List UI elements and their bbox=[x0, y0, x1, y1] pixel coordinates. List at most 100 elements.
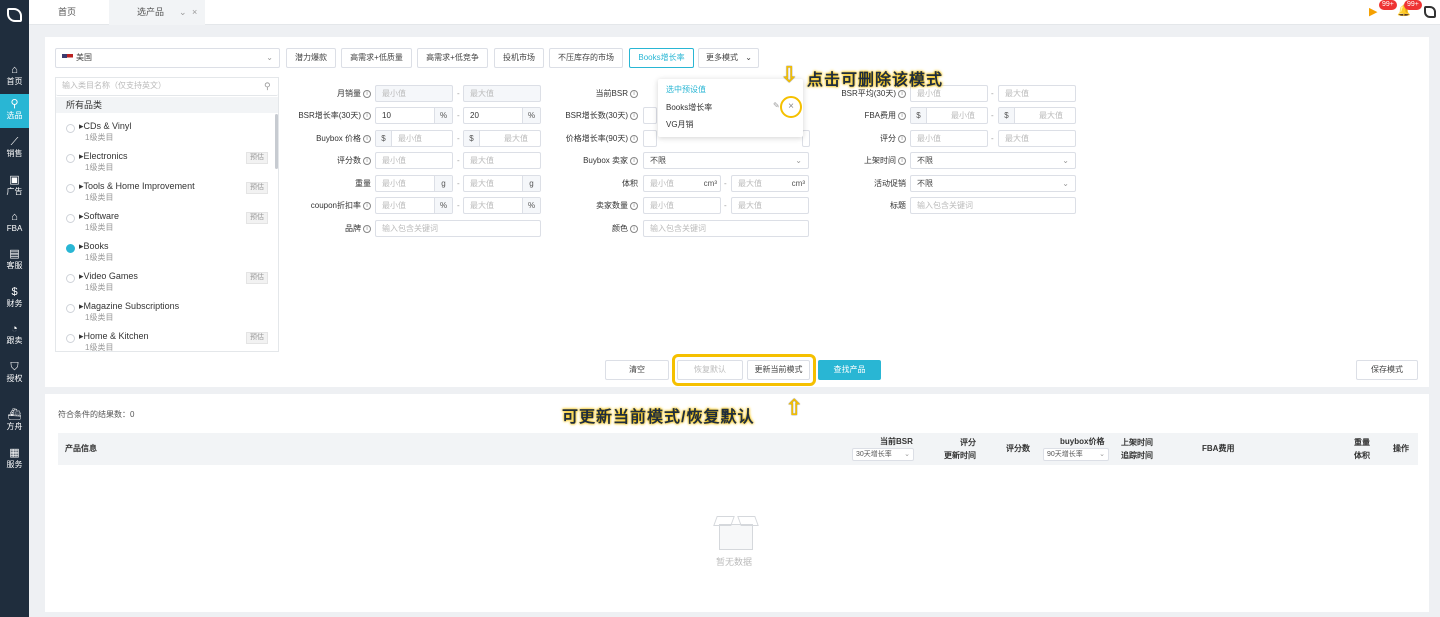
col-bsr[interactable]: 当前BSR bbox=[880, 436, 913, 447]
sidebar-item-home[interactable]: ⌂ 首页 bbox=[0, 60, 29, 94]
rating-count-max[interactable]: 最大值 bbox=[463, 152, 541, 169]
list-item[interactable]: ▸Video Games 1级类目 预估 bbox=[56, 268, 276, 298]
sidebar-item-ads[interactable]: ▣ 广告 bbox=[0, 170, 29, 204]
logo bbox=[7, 8, 22, 22]
buybox-seller-select[interactable]: 不限 ⌄ bbox=[643, 152, 809, 169]
edit-icon[interactable]: ✎ bbox=[773, 101, 780, 110]
radio[interactable] bbox=[66, 274, 75, 283]
fba-fee-min[interactable]: $ 最小值 bbox=[910, 107, 988, 124]
mode-button-speculative[interactable]: 投机市场 bbox=[494, 48, 544, 68]
color-input[interactable]: 输入包含关键词 bbox=[643, 220, 809, 237]
sidebar-item-services[interactable]: ▦ 服务 bbox=[0, 443, 29, 477]
coupon-min[interactable]: 最小值% bbox=[375, 197, 453, 214]
sidebar-item-sales[interactable]: ⟋ 销售 bbox=[0, 132, 29, 166]
chevron-down-icon[interactable]: ⌄ bbox=[179, 0, 187, 24]
radio[interactable] bbox=[66, 214, 75, 223]
flag-icon[interactable]: ▶ bbox=[1369, 5, 1377, 18]
volume-min[interactable]: 最小值 cm³ bbox=[643, 175, 721, 192]
arrow-down-icon: ⇩ bbox=[780, 62, 799, 87]
dropdown-item-books-growth[interactable]: Books增长率 bbox=[666, 102, 712, 114]
listing-time-select[interactable]: 不限 ⌄ bbox=[910, 152, 1076, 169]
bsr-avg-max[interactable]: 最大值 bbox=[998, 85, 1076, 102]
mode-button-potential[interactable]: 潜力爆款 bbox=[286, 48, 336, 68]
save-mode-button[interactable]: 保存模式 bbox=[1356, 360, 1418, 380]
dropdown-item-vg-sales[interactable]: VG月销 bbox=[666, 119, 694, 131]
all-categories[interactable]: 所有品类 bbox=[56, 97, 278, 113]
list-item[interactable]: ▸Tools & Home Improvement 1级类目 预估 bbox=[56, 178, 276, 208]
bsr-period-select[interactable]: 30天增长率 ⌄ bbox=[852, 448, 914, 461]
sidebar-item-finance[interactable]: $ 财务 bbox=[0, 282, 29, 316]
radio[interactable] bbox=[66, 304, 75, 313]
seller-count-max[interactable]: 最大值 bbox=[731, 197, 809, 214]
chevron-down-icon: ⌄ bbox=[1062, 179, 1069, 188]
user-icon[interactable] bbox=[1424, 6, 1436, 18]
country-select[interactable]: 美国 ⌄ bbox=[55, 48, 280, 68]
sidebar-item-product-selection[interactable]: ⚲ 选品 bbox=[0, 94, 29, 128]
weight-min[interactable]: 最小值 g bbox=[375, 175, 453, 192]
col-weight[interactable]: 重量 bbox=[1354, 437, 1370, 448]
col-rating-count[interactable]: 评分数 bbox=[1006, 443, 1030, 454]
sidebar-item-service[interactable]: ▤ 客服 bbox=[0, 244, 29, 278]
sidebar-item-authorize[interactable]: ⛉ 授权 bbox=[0, 357, 29, 391]
price-growth-min[interactable] bbox=[643, 130, 657, 147]
coupon-max[interactable]: 最大值% bbox=[463, 197, 541, 214]
bsr-growth-min[interactable]: 10% bbox=[375, 107, 453, 124]
col-buybox[interactable]: buybox价格 bbox=[1060, 436, 1104, 447]
promotion-select[interactable]: 不限 ⌄ bbox=[910, 175, 1076, 192]
close-icon[interactable]: × bbox=[192, 0, 197, 24]
list-item[interactable]: ▸Books 1级类目 bbox=[56, 238, 276, 268]
buybox-price-min[interactable]: $ 最小值 bbox=[375, 130, 453, 147]
restore-default-button[interactable]: 恢复默认 bbox=[677, 360, 743, 380]
search-products-button[interactable]: 查找产品 bbox=[818, 360, 881, 380]
buybox-price-max[interactable]: $ 最大值 bbox=[463, 130, 541, 147]
rating-min[interactable]: 最小值 bbox=[910, 130, 988, 147]
volume-max[interactable]: 最大值 cm³ bbox=[731, 175, 809, 192]
radio[interactable] bbox=[66, 184, 75, 193]
radio[interactable] bbox=[66, 124, 75, 133]
result-count: 符合条件的结果数：0 bbox=[58, 410, 135, 419]
list-item[interactable]: ▸Electronics 1级类目 预估 bbox=[56, 148, 276, 178]
col-rating[interactable]: 评分 bbox=[960, 437, 976, 448]
brand-input[interactable]: 输入包含关键词 bbox=[375, 220, 541, 237]
mode-button-no-stock[interactable]: 不压库存的市场 bbox=[549, 48, 623, 68]
radio-selected[interactable] bbox=[66, 244, 75, 253]
list-item[interactable]: ▸Magazine Subscriptions 1级类目 bbox=[56, 298, 276, 328]
mode-button-books-growth[interactable]: Books增长率 bbox=[629, 48, 694, 68]
clear-button[interactable]: 清空 bbox=[605, 360, 669, 380]
delete-mode-icon[interactable]: × bbox=[780, 96, 802, 118]
mode-button-demand-quality[interactable]: 高需求+低质量 bbox=[341, 48, 412, 68]
sidebar-item-follow-sell[interactable]: ◔ 跟卖 bbox=[0, 319, 29, 353]
seller-count-min[interactable]: 最小值 bbox=[643, 197, 721, 214]
sidebar-item-fba[interactable]: ⌂ FBA bbox=[0, 207, 29, 241]
fba-fee-max[interactable]: $ 最大值 bbox=[998, 107, 1076, 124]
list-item[interactable]: ▸Software 1级类目 预估 bbox=[56, 208, 276, 238]
monthly-sales-max[interactable]: 最大值 bbox=[463, 85, 541, 102]
label-seller-count: 卖家数量 i bbox=[540, 197, 638, 214]
col-rating-sub: 更新时间 bbox=[944, 451, 976, 460]
col-listing[interactable]: 上架时间 bbox=[1121, 437, 1153, 448]
weight-max[interactable]: 最大值 g bbox=[463, 175, 541, 192]
tab-product-selection[interactable]: 选产品 ⌄ × bbox=[109, 0, 205, 25]
title-input[interactable]: 输入包含关键词 bbox=[910, 197, 1076, 214]
chevron-down-icon: ⌄ bbox=[795, 156, 802, 165]
update-mode-button[interactable]: 更新当前模式 bbox=[747, 360, 810, 380]
monthly-sales-min[interactable]: 最小值 bbox=[375, 85, 453, 102]
ark-icon: ⛴ bbox=[7, 409, 22, 421]
rating-count-min[interactable]: 最小值 bbox=[375, 152, 453, 169]
price-growth-max[interactable] bbox=[802, 130, 810, 147]
more-modes-button[interactable]: 更多模式 ⌄ bbox=[698, 48, 759, 68]
mode-button-demand-competition[interactable]: 高需求+低竞争 bbox=[417, 48, 488, 68]
label-bsr-growth: BSR增长率(30天) i bbox=[285, 107, 371, 124]
bsr-growth-max[interactable]: 20% bbox=[463, 107, 541, 124]
radio[interactable] bbox=[66, 154, 75, 163]
list-item[interactable]: ▸CDs & Vinyl 1级类目 bbox=[56, 118, 276, 148]
list-item[interactable]: ▸Home & Kitchen 1级类目 预估 bbox=[56, 328, 276, 358]
tab-home[interactable]: 首页 bbox=[29, 0, 109, 25]
category-search-input[interactable]: 输入类目名称（仅支持英文） bbox=[56, 78, 278, 96]
bsr-growth-num-min[interactable] bbox=[643, 107, 657, 124]
radio[interactable] bbox=[66, 334, 75, 343]
buybox-period-select[interactable]: 90天增长率 ⌄ bbox=[1043, 448, 1109, 461]
col-fba[interactable]: FBA费用 bbox=[1202, 443, 1234, 454]
sidebar-item-ark[interactable]: ⛴ 方舟 bbox=[0, 405, 29, 439]
rating-max[interactable]: 最大值 bbox=[998, 130, 1076, 147]
